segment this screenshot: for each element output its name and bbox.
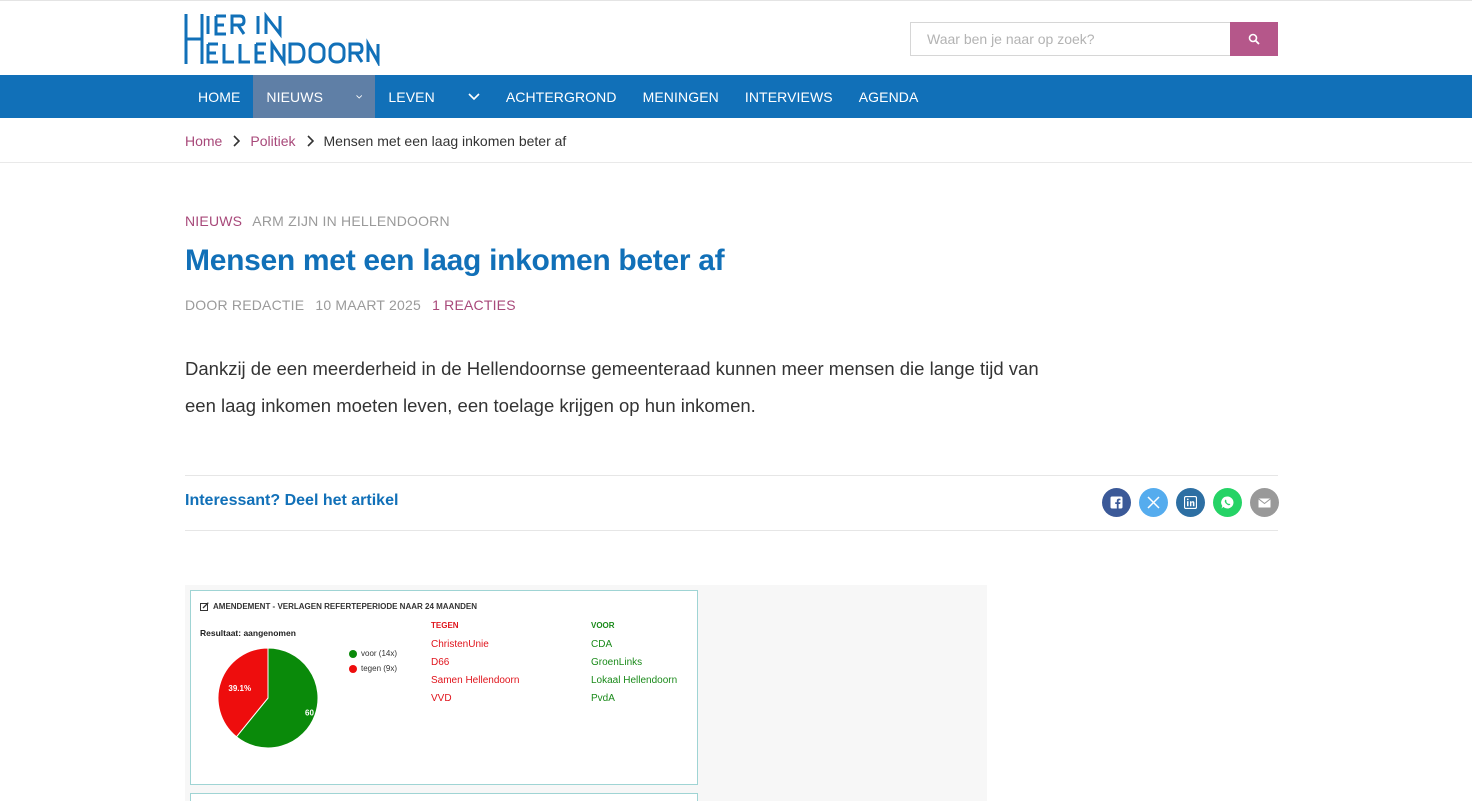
voor-header: VOOR (591, 621, 615, 630)
whatsapp-icon (1221, 496, 1234, 509)
nav-label: MENINGEN (642, 88, 719, 105)
breadcrumb: Home Politiek Mensen met een laag inkome… (185, 131, 566, 151)
search-input[interactable] (910, 22, 1230, 56)
chevron-down-icon (356, 94, 363, 99)
legend-tegen-label: tegen (9x) (361, 664, 398, 673)
nav-item-leven[interactable]: LEVEN (375, 75, 492, 118)
share-icons (1102, 488, 1279, 517)
vote-result-card: AMENDEMENT - VERLAGEN REFERTEPERIODE NAA… (190, 590, 698, 785)
vote-pie-chart: 60 39.1% (217, 647, 319, 749)
nav-item-agenda[interactable]: AGENDA (846, 75, 932, 118)
legend-voor: voor (14x) (349, 646, 397, 661)
facebook-icon (1110, 496, 1123, 509)
nav-label: LEVEN (388, 88, 435, 105)
legend-voor-label: voor (14x) (361, 649, 398, 658)
article-kicker: NIEUWS ARM ZIJN IN HELLENDOORN (185, 213, 450, 229)
tegen-party: D66 (431, 657, 450, 668)
mail-icon (1258, 497, 1271, 507)
article-author: DOOR REDACTIE (185, 297, 305, 313)
nav-label: ACHTERGROND (505, 88, 617, 105)
search-button[interactable] (1230, 22, 1278, 56)
article-meta: DOOR REDACTIE 10 MAART 2025 1 REACTIES (185, 297, 516, 313)
nav-item-nieuws[interactable]: NIEUWS (253, 75, 376, 118)
main-navigation: HOME NIEUWS LEVEN ACHTERGROND MENINGEN I… (0, 75, 1472, 118)
share-divider-bottom (185, 530, 1278, 531)
whatsapp-share-button[interactable] (1213, 488, 1242, 517)
nav-item-home[interactable]: HOME (185, 75, 253, 118)
nav-label: HOME (198, 88, 241, 105)
pie-label-tegen: 39.1% (228, 684, 251, 693)
breadcrumb-divider (0, 162, 1472, 163)
linkedin-share-button[interactable] (1176, 488, 1205, 517)
legend-tegen: tegen (9x) (349, 661, 397, 676)
tegen-party: VVD (431, 693, 452, 704)
breadcrumb-current: Mensen met een laag inkomen beter af (323, 133, 567, 149)
voor-party: PvdA (591, 693, 615, 704)
legend-swatch-tegen (349, 664, 357, 673)
breadcrumb-section[interactable]: Politiek (250, 133, 295, 149)
article-date: 10 MAART 2025 (315, 297, 421, 313)
tegen-column: TEGEN ChristenUnie D66 Samen Hellendoorn… (431, 621, 519, 711)
nav-label: INTERVIEWS (744, 88, 833, 105)
edit-icon (200, 602, 209, 611)
x-share-button[interactable] (1139, 488, 1168, 517)
share-divider-top (185, 475, 1278, 476)
breadcrumb-home[interactable]: Home (185, 133, 222, 149)
tegen-party: Samen Hellendoorn (431, 675, 520, 686)
voor-column: VOOR CDA GroenLinks Lokaal Hellendoorn P… (591, 621, 677, 711)
vote-legend: voor (14x) tegen (9x) (349, 646, 397, 676)
nav-label: NIEUWS (266, 88, 324, 105)
linkedin-icon (1184, 496, 1197, 509)
nav-item-achtergrond[interactable]: ACHTERGROND (493, 75, 630, 118)
nav-item-meningen[interactable]: MENINGEN (630, 75, 732, 118)
article-lead: Dankzij de een meerderheid in de Hellend… (185, 358, 1039, 416)
voor-party: CDA (591, 639, 613, 650)
article-category[interactable]: NIEUWS (185, 213, 242, 229)
chevron-right-icon (233, 135, 241, 147)
legend-swatch-voor (349, 649, 357, 658)
chevron-right-icon (306, 135, 314, 147)
share-label: Interessant? Deel het artikel (185, 492, 399, 509)
pie-label-voor: 60 (305, 709, 314, 718)
site-logo[interactable] (184, 12, 380, 66)
search-icon (1248, 33, 1260, 45)
x-icon (1147, 496, 1160, 509)
search-bar (910, 22, 1278, 56)
vote-result-card-next (190, 793, 698, 801)
mail-share-button[interactable] (1250, 488, 1279, 517)
vote-result-text: Resultaat: aangenomen (200, 628, 296, 638)
nav-item-interviews[interactable]: INTERVIEWS (732, 75, 846, 118)
tegen-header: TEGEN (431, 621, 459, 630)
voor-party: GroenLinks (591, 657, 643, 668)
vote-heading-text: AMENDEMENT - VERLAGEN REFERTEPERIODE NAA… (213, 602, 478, 611)
facebook-share-button[interactable] (1102, 488, 1131, 517)
article-comments-link[interactable]: 1 REACTIES (432, 297, 516, 313)
voor-party: Lokaal Hellendoorn (591, 675, 678, 686)
vote-heading: AMENDEMENT - VERLAGEN REFERTEPERIODE NAA… (200, 602, 477, 611)
chevron-down-icon (468, 92, 480, 100)
top-divider (0, 0, 1472, 3)
article-title: Mensen met een laag inkomen beter af (185, 244, 725, 277)
nav-label: AGENDA (858, 88, 919, 105)
article-tag[interactable]: ARM ZIJN IN HELLENDOORN (252, 213, 450, 229)
tegen-party: ChristenUnie (431, 639, 489, 650)
